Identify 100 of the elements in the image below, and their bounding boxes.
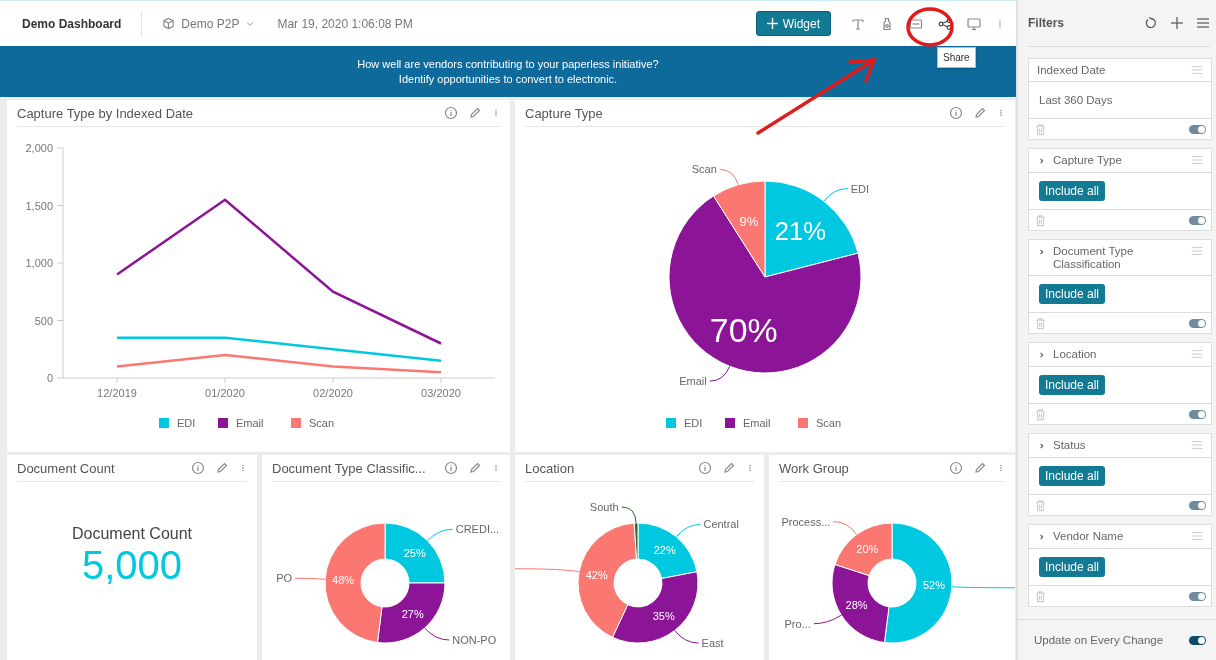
axis-label: 02/2020: [313, 387, 353, 399]
legend-swatch: [725, 418, 735, 428]
legend-label: EDI: [177, 417, 196, 429]
value-label: 9%: [739, 214, 759, 230]
legend-swatch: [666, 418, 676, 428]
slice-label: Scan: [691, 163, 717, 176]
value-label: 28%: [845, 599, 868, 612]
toggle-switch[interactable]: [1189, 215, 1206, 225]
panel-title: Filters: [1028, 16, 1065, 30]
monitor-icon[interactable]: [967, 16, 981, 31]
include-all-button[interactable]: Include all: [1039, 181, 1106, 201]
dashboard-title: Demo Dashboard: [22, 10, 143, 37]
value-label: 20%: [856, 542, 879, 555]
banner-text: How well are vendors contributing to your paperless initiative? Identify opportunities to convert to electronic.: [357, 56, 659, 87]
add-widget-button[interactable]: Widget: [755, 11, 831, 36]
pencil-icon[interactable]: [215, 461, 229, 475]
info-icon[interactable]: [949, 461, 963, 475]
widget-title: Document Type Classific...: [272, 460, 427, 476]
slice-label: PO: [276, 572, 293, 585]
toggle-switch[interactable]: [1189, 124, 1206, 134]
slice-label: EDI: [850, 182, 869, 195]
drag-handle-icon[interactable]: [1191, 154, 1203, 166]
toggle-switch[interactable]: [1189, 318, 1206, 328]
kpi-label: Document Count: [71, 525, 193, 543]
leader-line: [674, 629, 700, 644]
share-icon[interactable]: [938, 16, 952, 31]
trash-icon[interactable]: [1034, 213, 1047, 227]
include-all-button[interactable]: Include all: [1039, 375, 1106, 395]
pencil-icon[interactable]: [973, 106, 987, 120]
timestamp: Mar 19, 2020 1:06:08 PM: [277, 16, 413, 31]
info-icon[interactable]: [949, 106, 963, 120]
leader-line: [424, 627, 450, 641]
info-icon[interactable]: [191, 461, 205, 475]
filter-title: Status: [1053, 439, 1087, 452]
menu-icon[interactable]: [1196, 16, 1210, 30]
value-label: 25%: [403, 547, 426, 560]
pencil-icon[interactable]: [973, 461, 987, 475]
drag-handle-icon[interactable]: [1191, 348, 1203, 360]
drag-handle-icon[interactable]: [1191, 64, 1203, 76]
cube-icon: [162, 17, 176, 30]
filter-value: Last 360 Days: [1039, 94, 1113, 106]
leader-line: [813, 614, 842, 625]
update-label: Update on Every Change: [1034, 634, 1164, 646]
value-label: 48%: [332, 574, 355, 587]
slice-label: Email: [679, 375, 707, 388]
filter-title: Vendor Name: [1053, 530, 1125, 543]
refresh-icon[interactable]: [1144, 16, 1158, 30]
pencil-icon[interactable]: [722, 461, 736, 475]
toggle-switch[interactable]: [1189, 500, 1206, 510]
value-label: 22%: [653, 544, 676, 557]
axis-label: 1,500: [25, 199, 53, 212]
trash-icon[interactable]: [1034, 498, 1047, 512]
info-icon[interactable]: [444, 461, 458, 475]
leader-line: [675, 523, 701, 538]
widget-title: Capture Type: [525, 105, 604, 121]
toggle-switch[interactable]: [1189, 409, 1206, 419]
filter-title: Indexed Date: [1037, 64, 1107, 77]
axis-label: 12/2019: [97, 387, 137, 399]
data-source-dropdown[interactable]: Demo P2P: [162, 16, 256, 31]
include-all-button[interactable]: Include all: [1039, 557, 1106, 577]
axis-label: 03/2020: [421, 387, 461, 399]
pencil-icon[interactable]: [468, 461, 482, 475]
axis-label: 0: [46, 372, 53, 384]
drag-handle-icon[interactable]: [1191, 439, 1203, 451]
leader-line: [621, 506, 637, 524]
toggle-switch[interactable]: [1189, 591, 1206, 601]
slice-label: Process...: [781, 515, 831, 528]
bottle-icon[interactable]: [880, 16, 894, 31]
leader-line: [823, 188, 849, 202]
filter-title: Location: [1053, 348, 1098, 361]
leader-line: [951, 586, 1015, 589]
kpi-value: 5,000: [81, 543, 183, 587]
leader-line: [515, 568, 580, 573]
value-label: 52%: [922, 579, 945, 592]
trash-icon[interactable]: [1034, 316, 1047, 330]
legend-label: Email: [236, 417, 264, 429]
text-icon[interactable]: [851, 16, 865, 31]
slice-label: CREDI...: [455, 523, 500, 536]
legend-label: Scan: [816, 417, 842, 429]
legend-swatch: [291, 418, 301, 428]
document-icon[interactable]: [909, 16, 923, 31]
toggle-switch[interactable]: [1189, 635, 1206, 645]
include-all-button[interactable]: Include all: [1039, 466, 1106, 486]
info-icon[interactable]: [444, 106, 458, 120]
legend-swatch: [218, 418, 228, 428]
axis-label: 500: [34, 314, 53, 327]
info-icon[interactable]: [698, 461, 712, 475]
drag-handle-icon[interactable]: [1191, 530, 1203, 542]
drag-handle-icon[interactable]: [1191, 245, 1203, 257]
trash-icon[interactable]: [1034, 407, 1047, 421]
trash-icon[interactable]: [1034, 122, 1047, 136]
leader-line: [832, 521, 858, 535]
plus-icon[interactable]: [1170, 16, 1184, 30]
plus-icon: [766, 18, 778, 29]
include-all-button[interactable]: Include all: [1039, 284, 1106, 304]
widget-title: Document Count: [17, 460, 116, 476]
trash-icon[interactable]: [1034, 589, 1047, 603]
pencil-icon[interactable]: [468, 106, 482, 120]
annotation-circle: [906, 7, 954, 47]
leader-line: [294, 577, 326, 580]
